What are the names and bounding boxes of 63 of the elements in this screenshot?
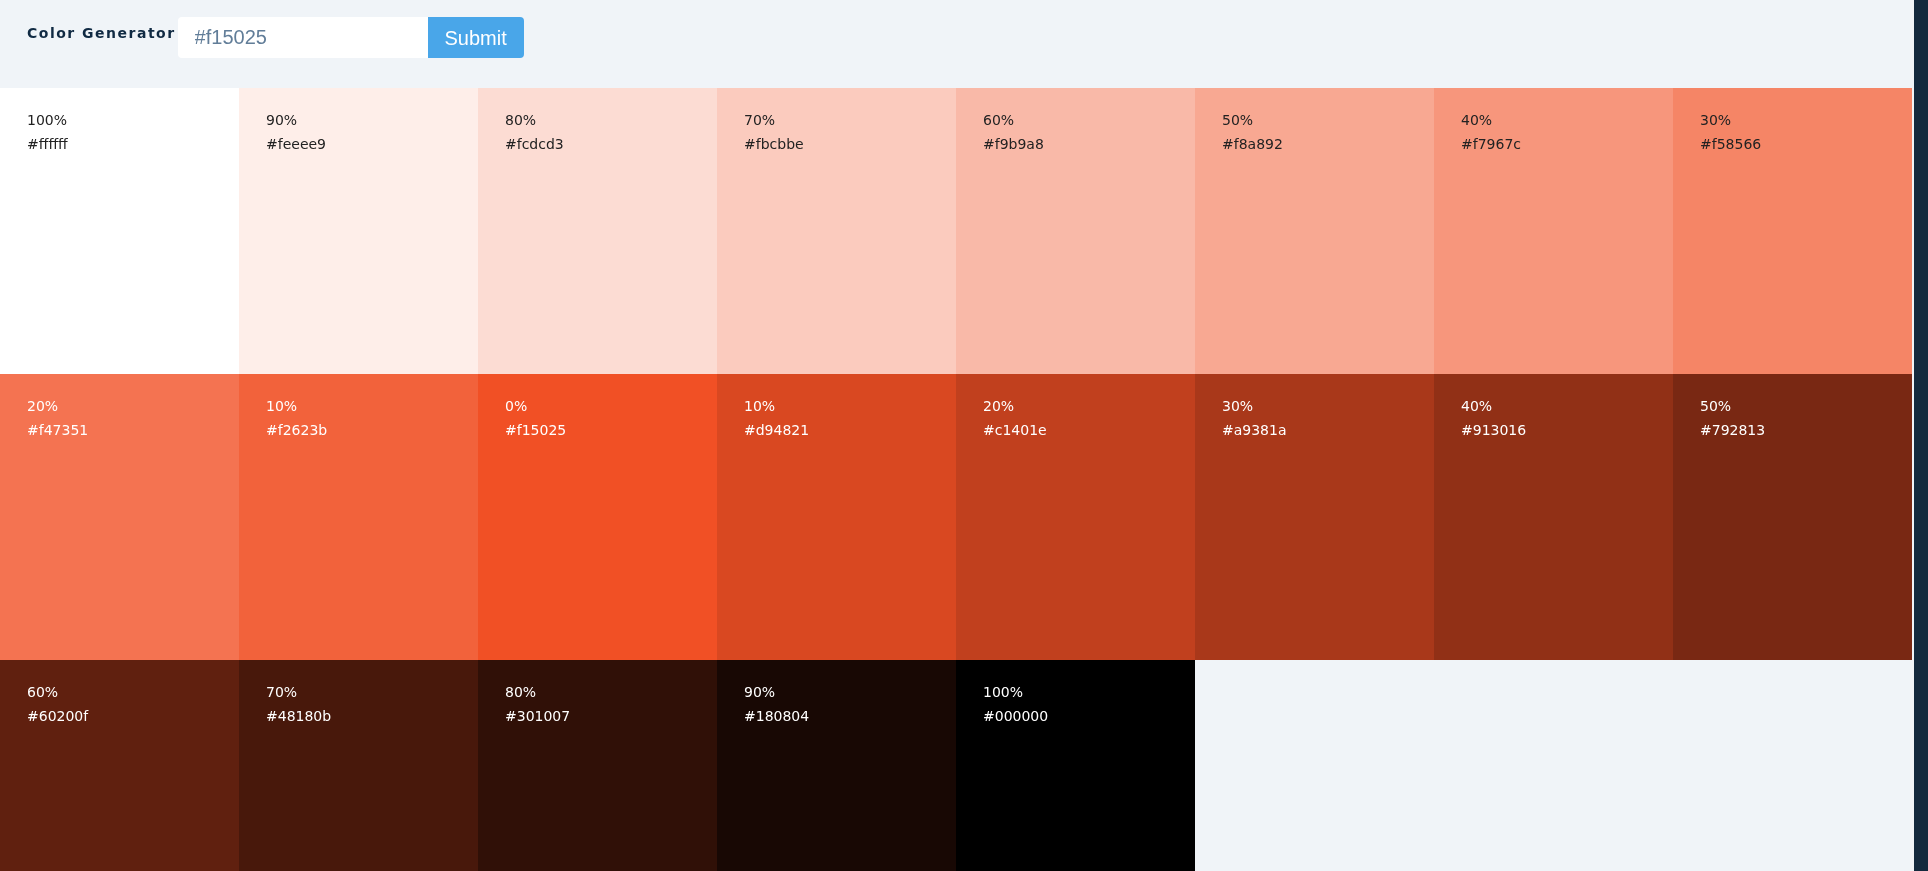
hex-code: #000000	[983, 707, 1049, 726]
percent-label: 100%	[27, 111, 68, 130]
percent-label: 50%	[1222, 111, 1254, 130]
percent-label: 20%	[27, 397, 59, 416]
color-swatch[interactable]: 100% #000000	[956, 660, 1195, 871]
percent-label: 40%	[1461, 397, 1493, 416]
percent-label: 100%	[983, 683, 1024, 702]
percent-label: 60%	[983, 111, 1015, 130]
color-input-field[interactable]: #f15025	[177, 17, 428, 58]
percent-label: 20%	[983, 397, 1015, 416]
percent-label: 40%	[1461, 111, 1493, 130]
hex-code: #feeee9	[266, 135, 327, 154]
color-swatch[interactable]: 70% #fbcbbe	[717, 88, 956, 374]
color-swatch[interactable]: 10% #d94821	[717, 374, 956, 660]
percent-label: 80%	[505, 683, 537, 702]
percent-label: 0%	[505, 397, 528, 416]
hex-code: #fcdcd3	[505, 135, 564, 154]
hex-code: #f8a892	[1222, 135, 1283, 154]
color-swatch[interactable]: 40% #913016	[1434, 374, 1673, 660]
app-title: Color Generator	[27, 24, 176, 43]
percent-label: 70%	[744, 111, 776, 130]
percent-label: 30%	[1222, 397, 1254, 416]
color-swatch[interactable]: 0% #f15025	[478, 374, 717, 660]
color-swatch[interactable]: 100% #ffffff	[0, 88, 239, 374]
percent-label: 90%	[744, 683, 776, 702]
hex-code: #60200f	[27, 707, 89, 726]
color-swatch[interactable]: 30% #f58566	[1673, 88, 1912, 374]
color-swatch[interactable]: 50% #f8a892	[1195, 88, 1434, 374]
color-swatch[interactable]: 50% #792813	[1673, 374, 1912, 660]
hex-code: #c1401e	[983, 421, 1047, 440]
hex-code: #301007	[505, 707, 571, 726]
hex-code: #fbcbbe	[744, 135, 804, 154]
hex-code: #f58566	[1700, 135, 1762, 154]
hex-code: #180804	[744, 707, 810, 726]
color-swatch[interactable]: 30% #a9381a	[1195, 374, 1434, 660]
color-swatch[interactable]: 90% #180804	[717, 660, 956, 871]
hex-code: #f7967c	[1461, 135, 1521, 154]
hex-code: #f2623b	[266, 421, 328, 440]
hex-code: #48180b	[266, 707, 332, 726]
color-swatch[interactable]: 80% #301007	[478, 660, 717, 871]
color-swatch[interactable]: 70% #48180b	[239, 660, 478, 871]
hex-code: #ffffff	[27, 135, 68, 154]
hex-code: #f47351	[27, 421, 89, 440]
percent-label: 70%	[266, 683, 298, 702]
hex-code: #a9381a	[1222, 421, 1287, 440]
percent-label: 30%	[1700, 111, 1732, 130]
percent-label: 80%	[505, 111, 537, 130]
color-swatch[interactable]: 60% #60200f	[0, 660, 239, 871]
percent-label: 10%	[266, 397, 298, 416]
percent-label: 50%	[1700, 397, 1732, 416]
hex-code: #d94821	[744, 421, 810, 440]
hex-code: #f9b9a8	[983, 135, 1044, 154]
color-swatch[interactable]: 40% #f7967c	[1434, 88, 1673, 374]
percent-label: 60%	[27, 683, 59, 702]
color-swatch[interactable]: 20% #c1401e	[956, 374, 1195, 660]
percent-label: 90%	[266, 111, 298, 130]
hex-code: #792813	[1700, 421, 1766, 440]
hex-code: #f15025	[505, 421, 567, 440]
color-swatch[interactable]: 60% #f9b9a8	[956, 88, 1195, 374]
color-swatch[interactable]: 90% #feeee9	[239, 88, 478, 374]
hex-code: #913016	[1461, 421, 1527, 440]
color-swatch[interactable]: 80% #fcdcd3	[478, 88, 717, 374]
percent-label: 10%	[744, 397, 776, 416]
